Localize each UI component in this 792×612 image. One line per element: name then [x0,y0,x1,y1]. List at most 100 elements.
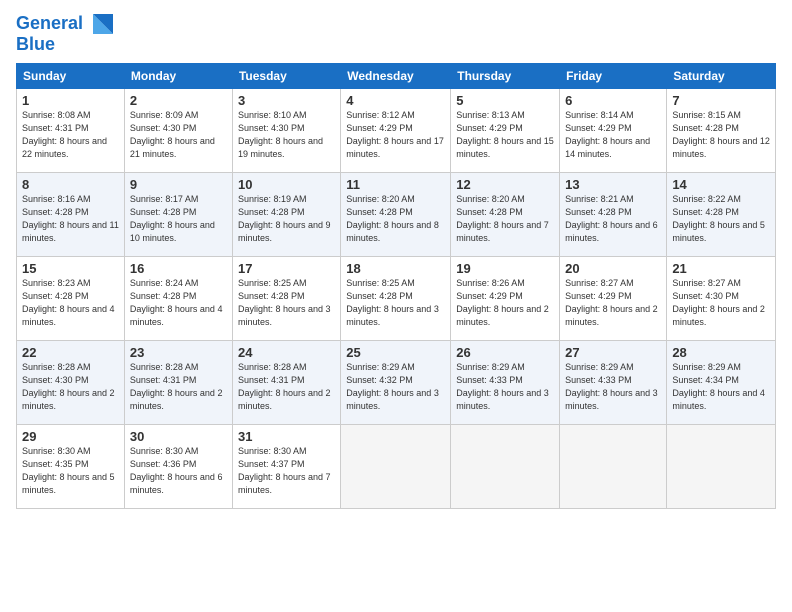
day-info: Sunrise: 8:29 AMSunset: 4:34 PMDaylight:… [672,361,770,413]
calendar-table: SundayMondayTuesdayWednesdayThursdayFrid… [16,63,776,509]
day-info: Sunrise: 8:27 AMSunset: 4:30 PMDaylight:… [672,277,770,329]
weekday-header-wednesday: Wednesday [341,64,451,89]
day-info: Sunrise: 8:30 AMSunset: 4:35 PMDaylight:… [22,445,119,497]
page-container: General Blue SundayMondayTuesdayWednesda… [0,0,792,517]
calendar-day: 19Sunrise: 8:26 AMSunset: 4:29 PMDayligh… [451,257,560,341]
calendar-day: 30Sunrise: 8:30 AMSunset: 4:36 PMDayligh… [124,425,232,509]
day-info: Sunrise: 8:29 AMSunset: 4:32 PMDaylight:… [346,361,445,413]
calendar-body: 1Sunrise: 8:08 AMSunset: 4:31 PMDaylight… [17,89,776,509]
logo-icon [85,10,113,38]
weekday-header-monday: Monday [124,64,232,89]
calendar-day: 22Sunrise: 8:28 AMSunset: 4:30 PMDayligh… [17,341,125,425]
calendar-week-1: 1Sunrise: 8:08 AMSunset: 4:31 PMDaylight… [17,89,776,173]
day-info: Sunrise: 8:24 AMSunset: 4:28 PMDaylight:… [130,277,227,329]
day-number: 24 [238,345,335,360]
day-number: 20 [565,261,661,276]
calendar-day: 25Sunrise: 8:29 AMSunset: 4:32 PMDayligh… [341,341,451,425]
calendar-day: 27Sunrise: 8:29 AMSunset: 4:33 PMDayligh… [560,341,667,425]
day-info: Sunrise: 8:09 AMSunset: 4:30 PMDaylight:… [130,109,227,161]
calendar-day: 8Sunrise: 8:16 AMSunset: 4:28 PMDaylight… [17,173,125,257]
day-number: 15 [22,261,119,276]
day-number: 10 [238,177,335,192]
calendar-day: 1Sunrise: 8:08 AMSunset: 4:31 PMDaylight… [17,89,125,173]
calendar-day: 3Sunrise: 8:10 AMSunset: 4:30 PMDaylight… [232,89,340,173]
day-number: 31 [238,429,335,444]
day-number: 6 [565,93,661,108]
calendar-day: 29Sunrise: 8:30 AMSunset: 4:35 PMDayligh… [17,425,125,509]
day-info: Sunrise: 8:22 AMSunset: 4:28 PMDaylight:… [672,193,770,245]
calendar-day: 14Sunrise: 8:22 AMSunset: 4:28 PMDayligh… [667,173,776,257]
weekday-header-thursday: Thursday [451,64,560,89]
day-info: Sunrise: 8:26 AMSunset: 4:29 PMDaylight:… [456,277,554,329]
calendar-day: 11Sunrise: 8:20 AMSunset: 4:28 PMDayligh… [341,173,451,257]
day-info: Sunrise: 8:29 AMSunset: 4:33 PMDaylight:… [565,361,661,413]
day-info: Sunrise: 8:28 AMSunset: 4:31 PMDaylight:… [130,361,227,413]
day-number: 25 [346,345,445,360]
calendar-week-3: 15Sunrise: 8:23 AMSunset: 4:28 PMDayligh… [17,257,776,341]
day-info: Sunrise: 8:25 AMSunset: 4:28 PMDaylight:… [238,277,335,329]
calendar-day [451,425,560,509]
day-number: 17 [238,261,335,276]
calendar-week-5: 29Sunrise: 8:30 AMSunset: 4:35 PMDayligh… [17,425,776,509]
day-info: Sunrise: 8:28 AMSunset: 4:30 PMDaylight:… [22,361,119,413]
day-number: 7 [672,93,770,108]
day-number: 5 [456,93,554,108]
day-info: Sunrise: 8:14 AMSunset: 4:29 PMDaylight:… [565,109,661,161]
weekday-header-saturday: Saturday [667,64,776,89]
day-info: Sunrise: 8:27 AMSunset: 4:29 PMDaylight:… [565,277,661,329]
day-info: Sunrise: 8:19 AMSunset: 4:28 PMDaylight:… [238,193,335,245]
day-info: Sunrise: 8:30 AMSunset: 4:36 PMDaylight:… [130,445,227,497]
calendar-day: 21Sunrise: 8:27 AMSunset: 4:30 PMDayligh… [667,257,776,341]
logo: General Blue [16,10,113,55]
day-number: 28 [672,345,770,360]
day-info: Sunrise: 8:23 AMSunset: 4:28 PMDaylight:… [22,277,119,329]
weekday-header-row: SundayMondayTuesdayWednesdayThursdayFrid… [17,64,776,89]
calendar-day: 26Sunrise: 8:29 AMSunset: 4:33 PMDayligh… [451,341,560,425]
calendar-day [667,425,776,509]
day-number: 16 [130,261,227,276]
day-number: 14 [672,177,770,192]
day-number: 26 [456,345,554,360]
day-info: Sunrise: 8:12 AMSunset: 4:29 PMDaylight:… [346,109,445,161]
weekday-header-tuesday: Tuesday [232,64,340,89]
day-number: 18 [346,261,445,276]
calendar-day [341,425,451,509]
calendar-day: 4Sunrise: 8:12 AMSunset: 4:29 PMDaylight… [341,89,451,173]
day-info: Sunrise: 8:15 AMSunset: 4:28 PMDaylight:… [672,109,770,161]
calendar-day: 9Sunrise: 8:17 AMSunset: 4:28 PMDaylight… [124,173,232,257]
weekday-header-sunday: Sunday [17,64,125,89]
weekday-header-friday: Friday [560,64,667,89]
calendar-day: 2Sunrise: 8:09 AMSunset: 4:30 PMDaylight… [124,89,232,173]
header: General Blue [16,10,776,55]
calendar-week-2: 8Sunrise: 8:16 AMSunset: 4:28 PMDaylight… [17,173,776,257]
calendar-day: 23Sunrise: 8:28 AMSunset: 4:31 PMDayligh… [124,341,232,425]
day-number: 4 [346,93,445,108]
day-info: Sunrise: 8:20 AMSunset: 4:28 PMDaylight:… [456,193,554,245]
calendar-day: 16Sunrise: 8:24 AMSunset: 4:28 PMDayligh… [124,257,232,341]
calendar-day: 17Sunrise: 8:25 AMSunset: 4:28 PMDayligh… [232,257,340,341]
day-number: 8 [22,177,119,192]
day-info: Sunrise: 8:28 AMSunset: 4:31 PMDaylight:… [238,361,335,413]
calendar-day [560,425,667,509]
day-number: 27 [565,345,661,360]
calendar-day: 10Sunrise: 8:19 AMSunset: 4:28 PMDayligh… [232,173,340,257]
calendar-day: 15Sunrise: 8:23 AMSunset: 4:28 PMDayligh… [17,257,125,341]
day-number: 2 [130,93,227,108]
calendar-day: 7Sunrise: 8:15 AMSunset: 4:28 PMDaylight… [667,89,776,173]
calendar-day: 12Sunrise: 8:20 AMSunset: 4:28 PMDayligh… [451,173,560,257]
day-number: 11 [346,177,445,192]
day-info: Sunrise: 8:21 AMSunset: 4:28 PMDaylight:… [565,193,661,245]
day-info: Sunrise: 8:29 AMSunset: 4:33 PMDaylight:… [456,361,554,413]
day-info: Sunrise: 8:20 AMSunset: 4:28 PMDaylight:… [346,193,445,245]
day-info: Sunrise: 8:17 AMSunset: 4:28 PMDaylight:… [130,193,227,245]
logo-text: General [16,14,83,34]
day-info: Sunrise: 8:30 AMSunset: 4:37 PMDaylight:… [238,445,335,497]
day-number: 12 [456,177,554,192]
calendar-day: 31Sunrise: 8:30 AMSunset: 4:37 PMDayligh… [232,425,340,509]
calendar-week-4: 22Sunrise: 8:28 AMSunset: 4:30 PMDayligh… [17,341,776,425]
day-info: Sunrise: 8:08 AMSunset: 4:31 PMDaylight:… [22,109,119,161]
calendar-day: 18Sunrise: 8:25 AMSunset: 4:28 PMDayligh… [341,257,451,341]
day-info: Sunrise: 8:16 AMSunset: 4:28 PMDaylight:… [22,193,119,245]
day-info: Sunrise: 8:13 AMSunset: 4:29 PMDaylight:… [456,109,554,161]
day-number: 30 [130,429,227,444]
